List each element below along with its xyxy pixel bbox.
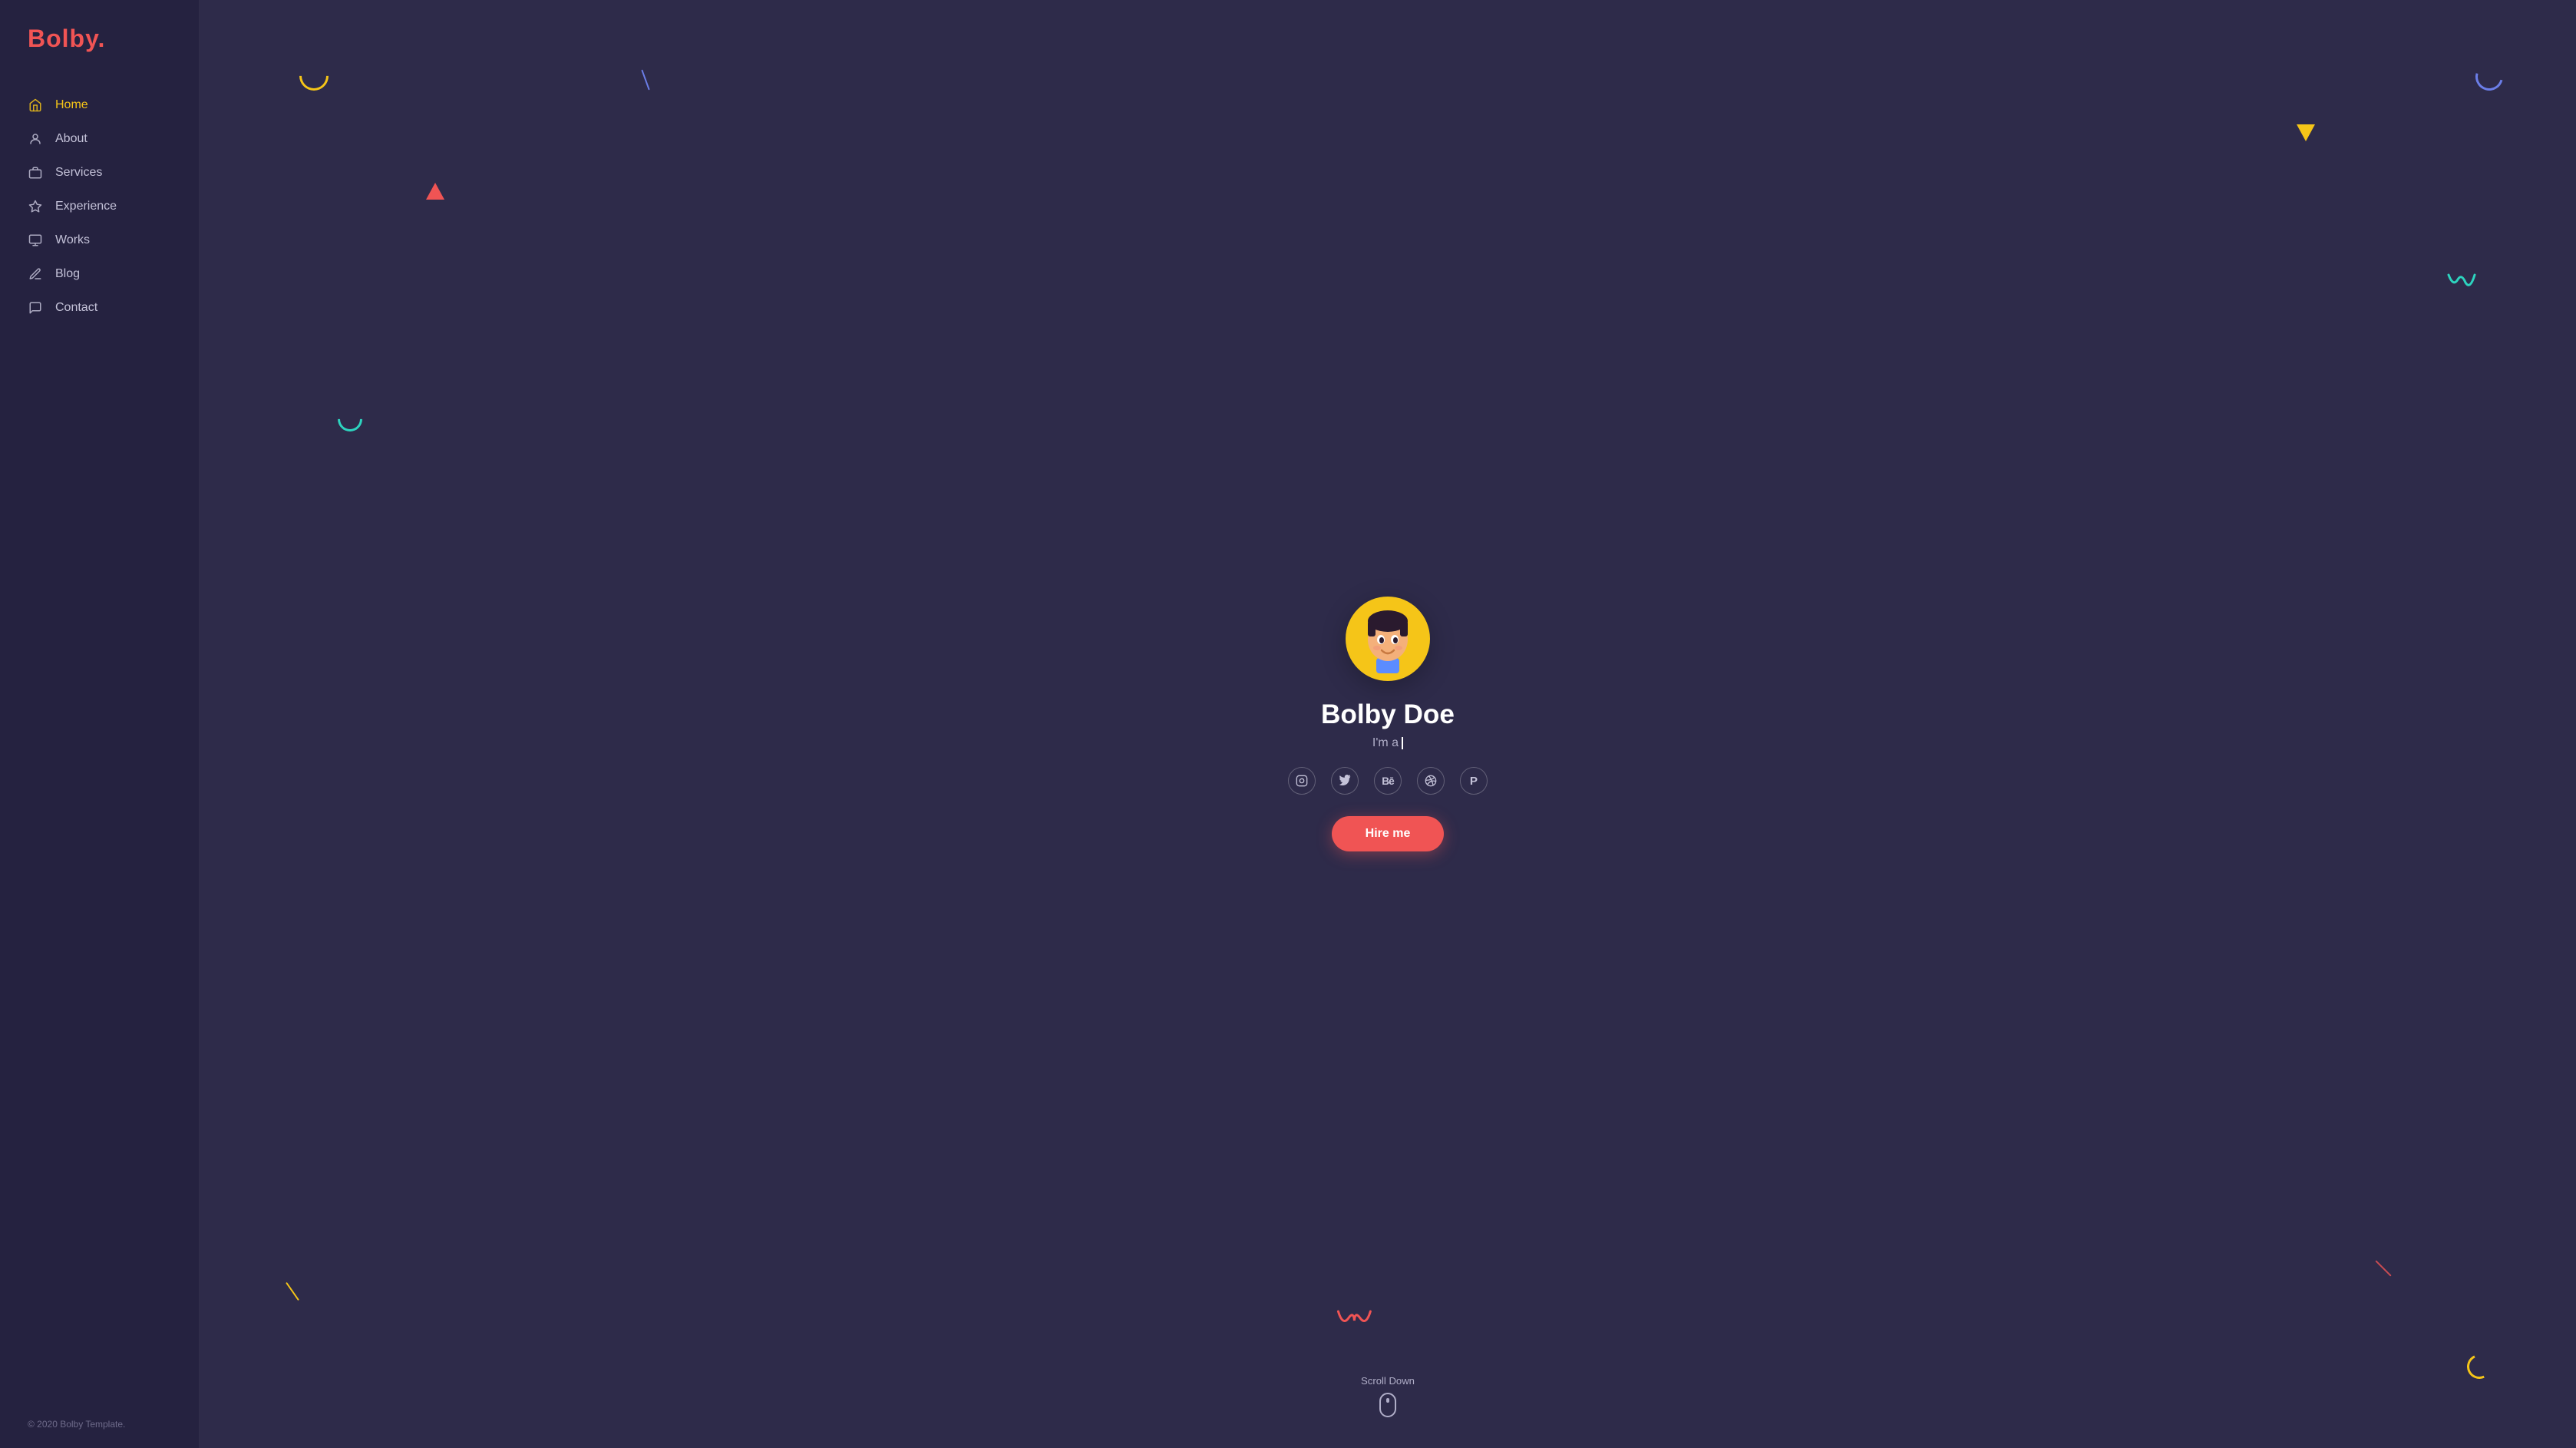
scroll-dot (1386, 1398, 1389, 1403)
copyright-text: © 2020 Bolby Template. (28, 1419, 125, 1430)
works-icon (28, 233, 43, 248)
nav-item-about[interactable]: About (18, 124, 180, 154)
sidebar-footer: © 2020 Bolby Template. (0, 1400, 199, 1430)
scroll-label: Scroll Down (1361, 1375, 1415, 1387)
deco-arc-teal-mid (332, 402, 367, 436)
nav-label-experience: Experience (55, 200, 117, 213)
nav-item-contact[interactable]: Contact (18, 293, 180, 323)
hero-name: Bolby Doe (1321, 699, 1455, 730)
navigation: Home About Services Experience Works (0, 90, 199, 1400)
social-twitter[interactable] (1331, 767, 1359, 795)
nav-label-works: Works (55, 233, 90, 247)
social-behance[interactable]: Bē (1374, 767, 1402, 795)
deco-arc-yellow-bottomright (2463, 1350, 2495, 1382)
contact-icon (28, 300, 43, 316)
deco-arc-blue-topright (2470, 58, 2508, 95)
home-icon (28, 98, 43, 113)
sidebar: Bolby. Home About Services Experience (0, 0, 200, 1448)
deco-line-yellow-bottomleft (286, 1282, 299, 1301)
hire-me-button[interactable]: Hire me (1332, 816, 1445, 851)
avatar (1346, 597, 1430, 681)
hero-section: Bolby Doe I'm a Bē P Hire me (1288, 597, 1488, 851)
nav-item-blog[interactable]: Blog (18, 259, 180, 289)
scroll-mouse-icon (1379, 1393, 1396, 1417)
social-pinterest[interactable]: P (1460, 767, 1488, 795)
services-icon (28, 165, 43, 180)
social-links: Bē P (1288, 767, 1488, 795)
hero-subtitle: I'm a (1372, 736, 1403, 750)
about-icon (28, 131, 43, 147)
deco-arc-yellow-top (293, 55, 335, 97)
nav-label-home: Home (55, 98, 88, 112)
nav-item-services[interactable]: Services (18, 157, 180, 188)
deco-triangle-yellow-down (2297, 124, 2315, 141)
subtitle-prefix: I'm a (1372, 736, 1399, 750)
nav-label-about: About (55, 132, 88, 146)
nav-item-home[interactable]: Home (18, 90, 180, 121)
deco-w-pink-bottom (1336, 1310, 1372, 1334)
social-instagram[interactable] (1288, 767, 1316, 795)
deco-arc-teal-right (2447, 273, 2476, 295)
nav-item-experience[interactable]: Experience (18, 191, 180, 222)
blog-icon (28, 266, 43, 282)
deco-line-red-bottomright (2375, 1260, 2391, 1276)
scroll-down: Scroll Down (1361, 1375, 1415, 1417)
logo-dot: . (98, 25, 106, 52)
logo: Bolby. (0, 25, 199, 90)
main-content: Bolby Doe I'm a Bē P Hire me S (200, 0, 2576, 1448)
logo-text: Bolby (28, 25, 98, 52)
deco-line-blue-top (641, 70, 649, 91)
deco-triangle-red (426, 183, 444, 200)
nav-label-contact: Contact (55, 301, 97, 315)
nav-label-services: Services (55, 166, 102, 180)
experience-icon (28, 199, 43, 214)
social-dribbble[interactable] (1417, 767, 1445, 795)
typing-cursor (1402, 737, 1403, 749)
nav-item-works[interactable]: Works (18, 225, 180, 256)
nav-label-blog: Blog (55, 267, 80, 281)
